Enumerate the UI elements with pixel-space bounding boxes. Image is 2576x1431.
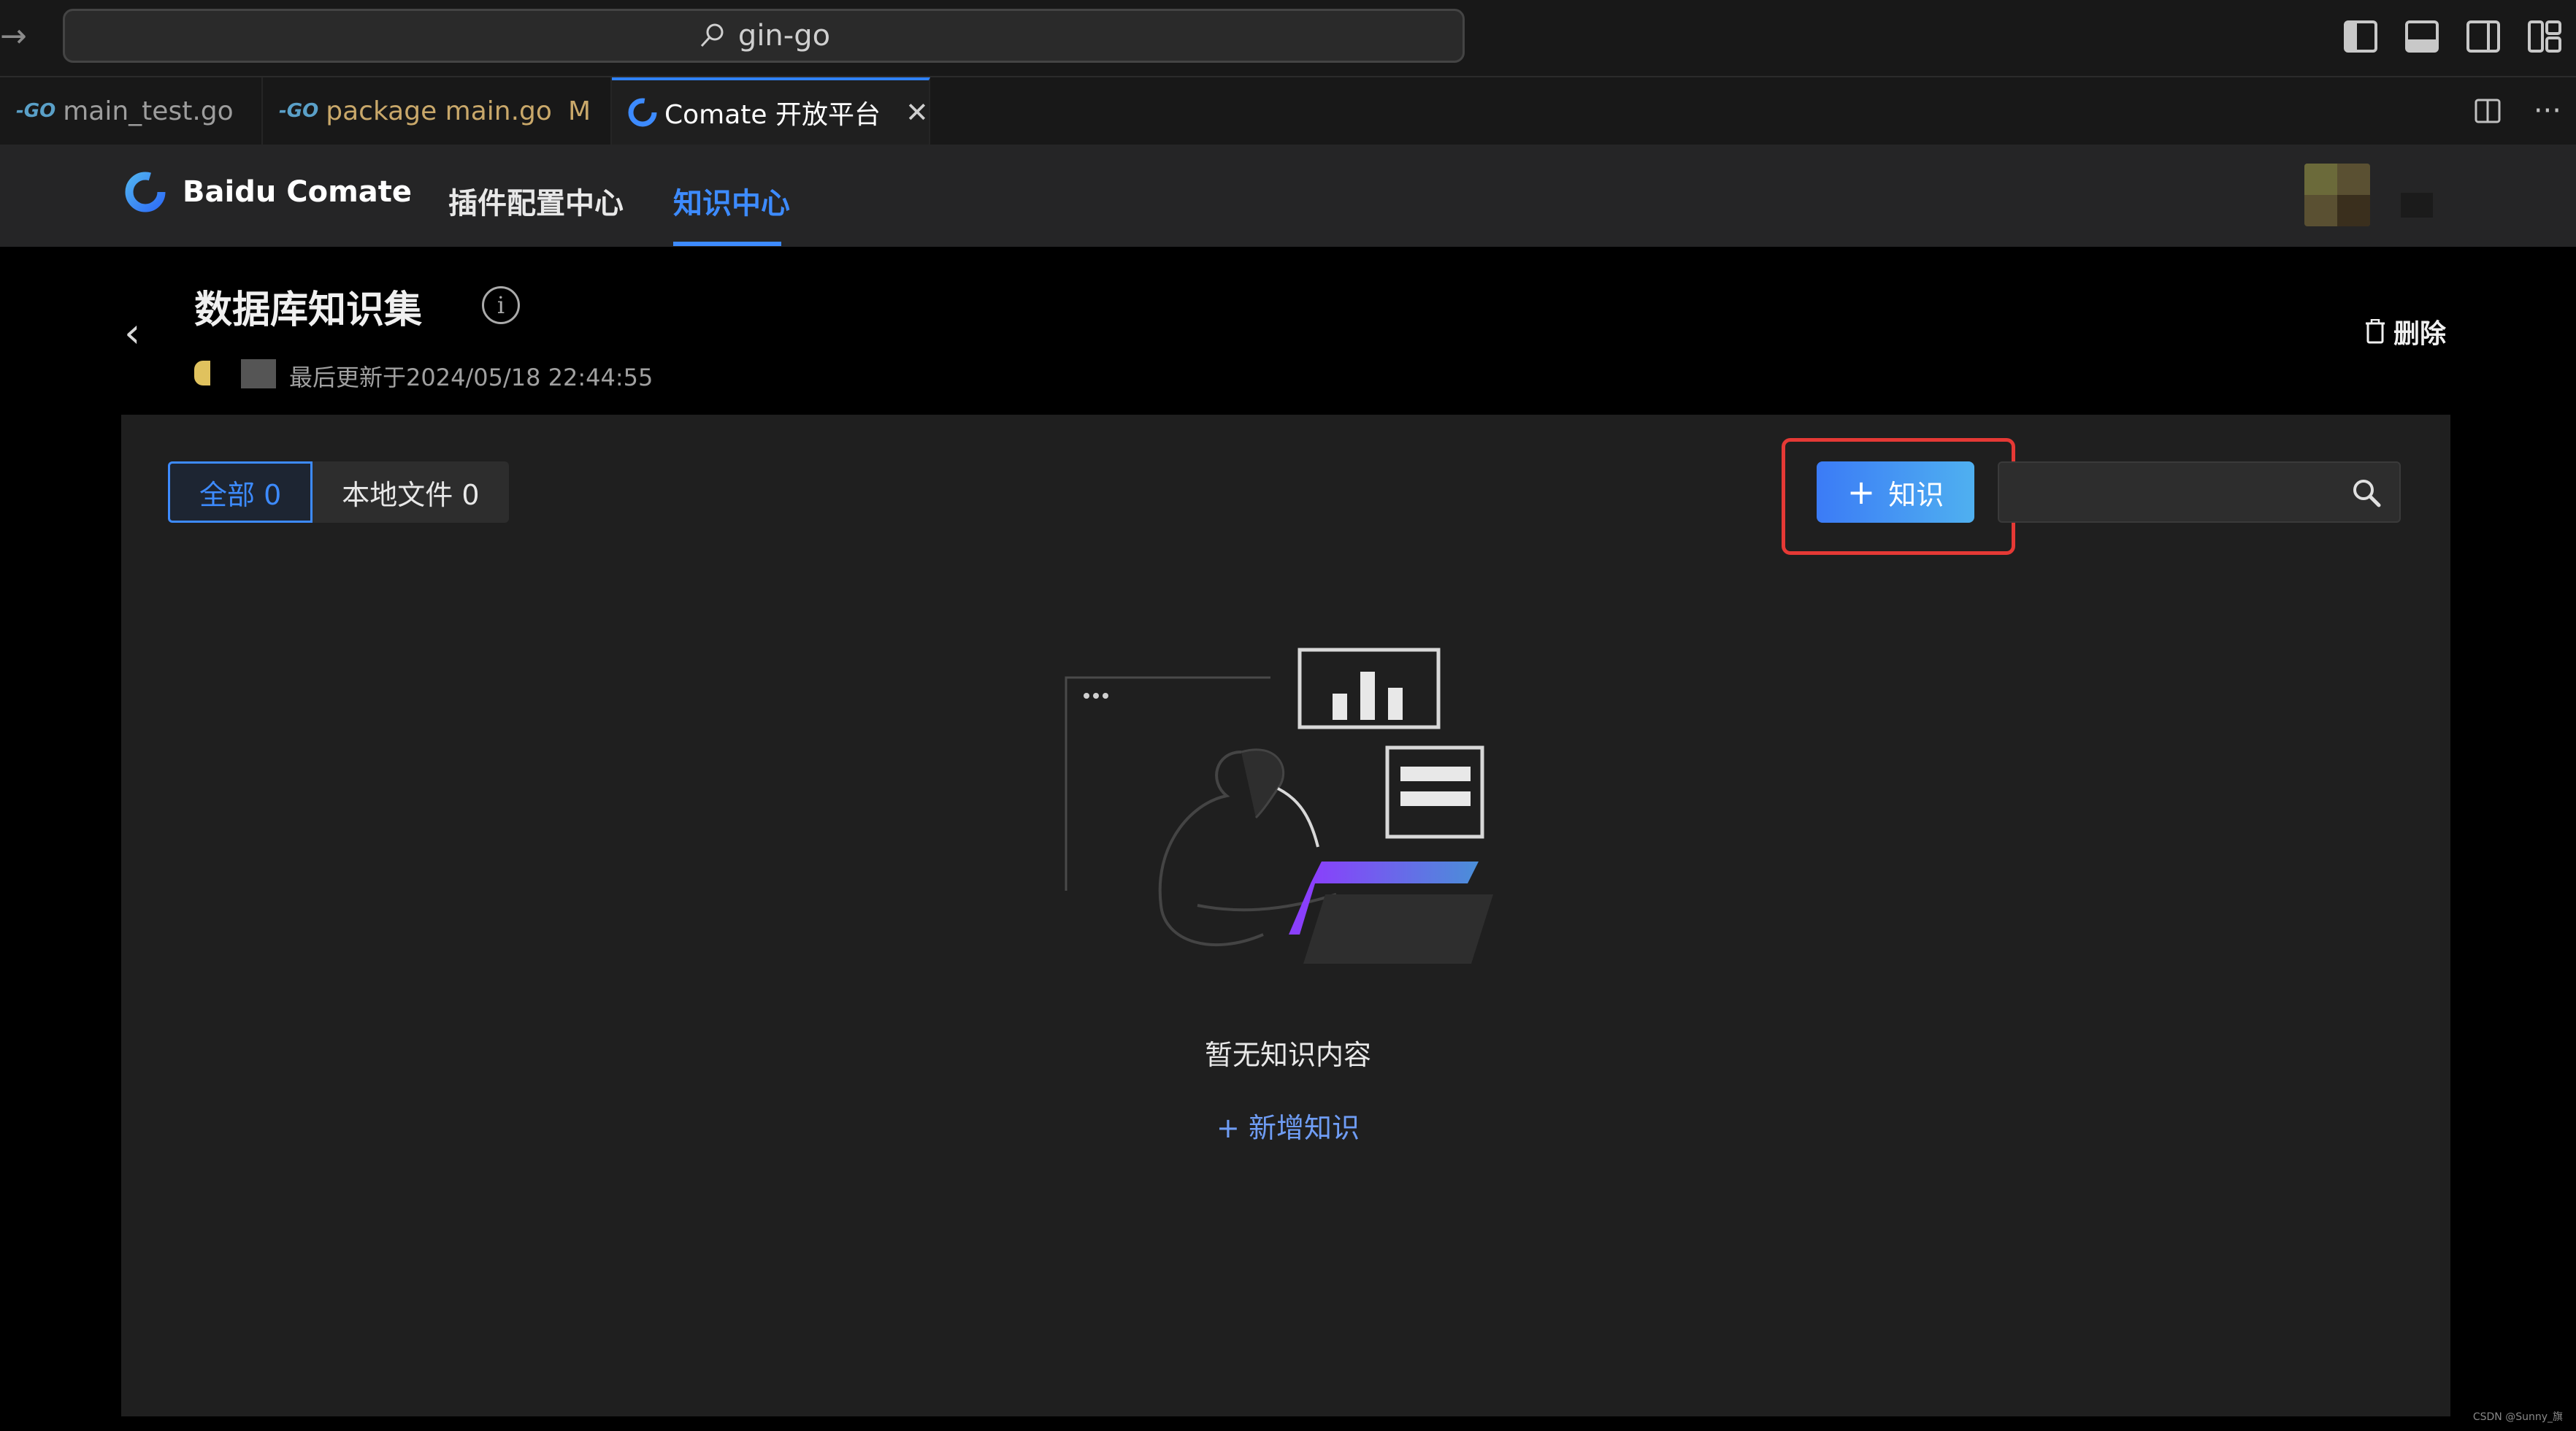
delete-button[interactable]: 删除 bbox=[2364, 312, 2446, 350]
comate-logo-icon bbox=[628, 98, 657, 127]
more-actions-icon[interactable]: ··· bbox=[2534, 94, 2561, 128]
info-icon[interactable]: i bbox=[482, 286, 520, 324]
empty-state-text: 暂无知识内容 bbox=[1204, 1039, 1371, 1071]
tab-comate-platform[interactable]: Comate 开放平台 ✕ bbox=[612, 77, 930, 145]
toggle-secondary-sidebar-icon[interactable] bbox=[2466, 20, 2500, 53]
editor-tab-bar: -GO main_test.go -GO package main.go M C… bbox=[0, 77, 2576, 145]
command-center-label: gin-go bbox=[737, 19, 831, 53]
filter-all[interactable]: 全部 0 bbox=[168, 461, 313, 523]
tab-label: package main.go bbox=[326, 96, 552, 126]
nav-plugin-config[interactable]: 插件配置中心 bbox=[448, 180, 624, 222]
owner-avatar bbox=[194, 361, 210, 385]
empty-state-illustration bbox=[1065, 648, 1493, 964]
toggle-panel-icon[interactable] bbox=[2405, 20, 2439, 53]
active-nav-indicator bbox=[673, 242, 781, 246]
comate-logo-icon bbox=[125, 172, 166, 212]
modified-badge: M bbox=[567, 96, 591, 126]
editor-actions: ··· bbox=[2474, 77, 2561, 145]
brand[interactable]: Baidu Comate bbox=[124, 171, 412, 213]
trash-icon bbox=[2366, 319, 2385, 344]
back-arrow-icon[interactable]: → bbox=[0, 16, 32, 57]
user-menu[interactable] bbox=[2401, 193, 2433, 218]
delete-label: 删除 bbox=[2393, 319, 2447, 349]
command-center[interactable]: gin-go bbox=[63, 9, 1465, 63]
tab-label: main_test.go bbox=[63, 96, 234, 126]
tab-main-test-go[interactable]: -GO main_test.go bbox=[0, 77, 263, 145]
toggle-primary-sidebar-icon[interactable] bbox=[2344, 20, 2377, 53]
app-navigation: Baidu Comate 插件配置中心 知识中心 bbox=[0, 145, 2576, 247]
page-title: 数据库知识集 bbox=[194, 288, 423, 332]
tab-label: Comate 开放平台 bbox=[664, 100, 881, 130]
title-bar: → gin-go bbox=[0, 0, 2576, 77]
close-icon[interactable]: ✕ bbox=[905, 96, 929, 128]
customize-layout-icon[interactable] bbox=[2528, 20, 2561, 53]
last-updated: 最后更新于2024/05/18 22:44:55 bbox=[289, 364, 653, 391]
filter-tabs: 全部 0 本地文件 0 bbox=[168, 461, 509, 523]
go-file-icon: -GO bbox=[279, 100, 319, 122]
tab-package-main-go[interactable]: -GO package main.go M bbox=[263, 77, 612, 145]
annotation-highlight-box bbox=[1782, 438, 2015, 555]
watermark: CSDN @Sunny_旗 bbox=[2472, 1411, 2563, 1423]
nav-knowledge-center[interactable]: 知识中心 bbox=[673, 180, 790, 222]
layout-controls bbox=[2344, 16, 2561, 57]
search-input[interactable] bbox=[1999, 463, 2342, 521]
filter-local-files[interactable]: 本地文件 0 bbox=[313, 461, 509, 523]
brand-name: Baidu Comate bbox=[183, 175, 412, 209]
owner-name-redacted bbox=[241, 359, 276, 388]
back-icon[interactable]: ‹ bbox=[124, 310, 140, 357]
search-icon bbox=[700, 23, 724, 47]
user-avatar[interactable] bbox=[2304, 164, 2370, 226]
go-file-icon: -GO bbox=[16, 100, 56, 122]
split-editor-icon[interactable] bbox=[2474, 97, 2502, 125]
search-box bbox=[1998, 461, 2401, 523]
search-icon[interactable] bbox=[2350, 476, 2383, 510]
add-knowledge-link[interactable]: + 新增知识 bbox=[0, 1105, 2576, 1146]
